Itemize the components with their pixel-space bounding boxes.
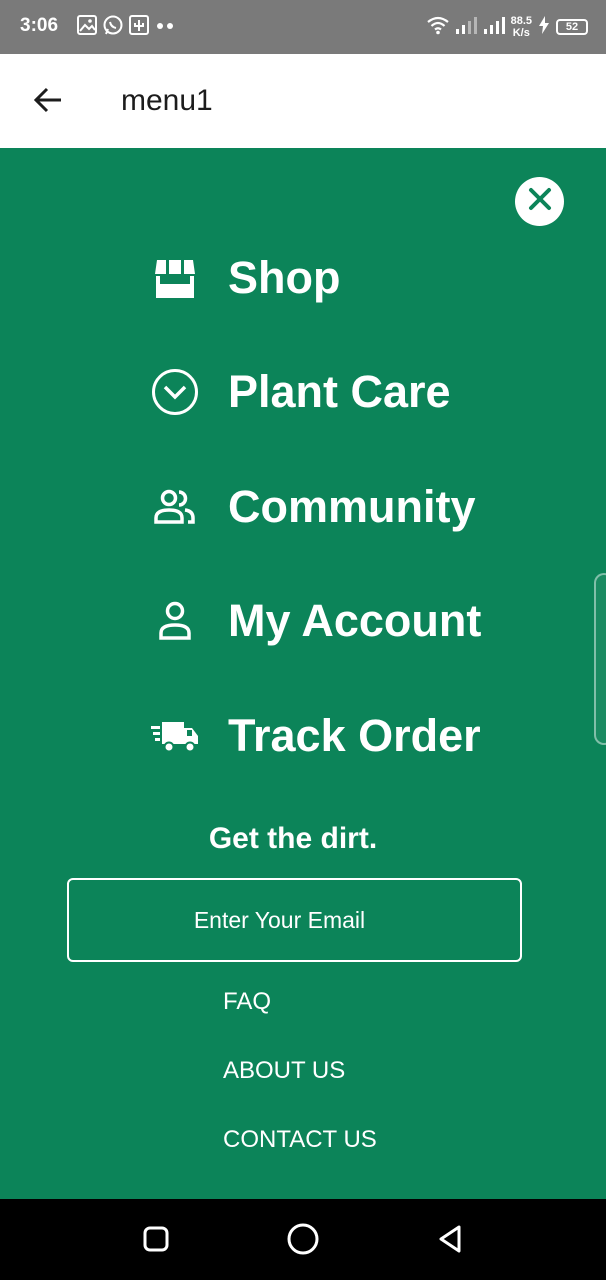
person-icon <box>150 596 200 646</box>
delivery-truck-icon <box>150 711 200 761</box>
back-triangle-icon <box>436 1224 464 1259</box>
menu-item-my-account[interactable]: My Account <box>150 591 481 651</box>
menu-item-community[interactable]: Community <box>150 477 476 537</box>
signal-icon <box>483 16 505 39</box>
recents-button[interactable] <box>136 1221 176 1261</box>
menu-item-label: Track Order <box>228 710 481 761</box>
drawer-menu: Shop Plant Care Community My Account Tra… <box>0 148 606 1199</box>
network-speed: 88.5 K/s <box>511 15 532 39</box>
signal-icon <box>455 16 477 39</box>
about-us-link[interactable]: ABOUT US <box>223 1057 345 1085</box>
net-speed-unit: K/s <box>512 27 530 39</box>
whatsapp-icon <box>102 14 124 41</box>
menu-item-plant-care[interactable]: Plant Care <box>150 362 451 422</box>
newsletter-heading: Get the dirt. <box>208 822 378 855</box>
usb-icon <box>128 14 150 41</box>
menu-item-label: Plant Care <box>228 366 451 417</box>
notification-icons <box>76 14 176 40</box>
back-button[interactable] <box>28 82 68 122</box>
menu-item-label: Community <box>228 481 476 532</box>
chevron-circle-icon <box>150 367 200 417</box>
status-bar: 3:06 88.5 K/s 52 <box>0 0 606 54</box>
faq-link[interactable]: FAQ <box>223 988 271 1016</box>
recents-icon <box>142 1225 170 1258</box>
close-icon <box>528 187 552 216</box>
net-speed-value: 88.5 <box>510 15 532 27</box>
email-field[interactable] <box>67 878 522 962</box>
system-icons: 88.5 K/s 52 <box>426 13 588 41</box>
page-title: menu1 <box>121 84 213 117</box>
menu-item-label: My Account <box>228 595 482 646</box>
status-time: 3:06 <box>20 15 59 36</box>
app-bar: menu1 <box>0 54 606 148</box>
charging-icon <box>538 15 550 39</box>
menu-item-label: Shop <box>228 252 341 303</box>
store-icon <box>150 253 200 303</box>
system-nav-bar <box>0 1199 606 1280</box>
gallery-icon <box>76 14 98 41</box>
wifi-icon <box>426 15 449 40</box>
menu-item-track-order[interactable]: Track Order <box>150 706 481 766</box>
people-icon <box>150 482 200 532</box>
home-button[interactable] <box>283 1221 323 1261</box>
battery-icon: 52 <box>556 19 588 35</box>
battery-level: 52 <box>565 20 579 33</box>
edge-panel-handle[interactable] <box>594 573 606 745</box>
menu-item-shop[interactable]: Shop <box>150 248 340 308</box>
contact-us-link[interactable]: CONTACT US <box>223 1126 377 1154</box>
close-button[interactable] <box>515 177 564 226</box>
back-nav-button[interactable] <box>430 1221 470 1261</box>
more-dots-icon <box>154 14 176 41</box>
arrow-left-icon <box>33 87 63 118</box>
home-icon <box>286 1222 320 1261</box>
